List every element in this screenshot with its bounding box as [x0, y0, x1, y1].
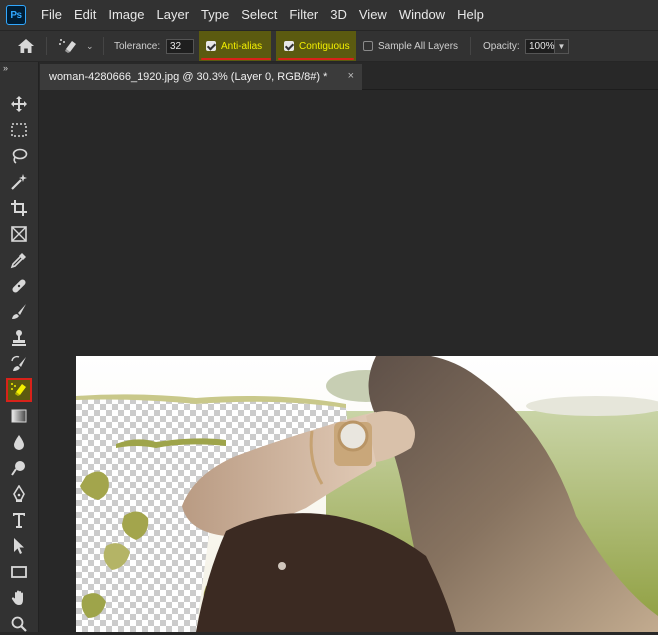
- rectangle-tool[interactable]: [7, 561, 31, 583]
- background-eraser-icon: [59, 39, 76, 53]
- background-eraser-icon: [11, 383, 26, 396]
- document-tab-title: woman-4280666_1920.jpg @ 30.3% (Layer 0,…: [49, 71, 328, 83]
- tolerance-label: Tolerance:: [114, 40, 161, 52]
- clone-stamp-icon: [12, 330, 26, 346]
- zoom-icon: [11, 616, 27, 632]
- tool-preset-picker[interactable]: ⌄: [58, 31, 94, 61]
- crop-tool[interactable]: [7, 197, 31, 219]
- frame-icon: [11, 226, 27, 242]
- hand-tool[interactable]: [7, 587, 31, 609]
- eyedropper-icon: [10, 253, 26, 269]
- document-canvas[interactable]: [76, 356, 658, 632]
- path-selection-tool[interactable]: [7, 535, 31, 557]
- menu-filter[interactable]: Filter: [283, 0, 324, 30]
- menu-view[interactable]: View: [353, 0, 393, 30]
- eyedropper-tool[interactable]: [7, 249, 31, 271]
- menu-3d[interactable]: 3D: [324, 0, 353, 30]
- options-bar: ⌄ Tolerance: 32 Anti-alias Contiguous Sa…: [0, 30, 658, 62]
- menu-layer[interactable]: Layer: [151, 0, 196, 30]
- photo-image: [76, 356, 658, 632]
- clone-stamp-tool[interactable]: [7, 327, 31, 349]
- background-eraser-tool[interactable]: [6, 378, 32, 402]
- chevron-down-icon: ▼: [557, 41, 566, 51]
- anti-alias-checkbox[interactable]: Anti-alias: [199, 31, 271, 61]
- pen-tool[interactable]: [7, 483, 31, 505]
- type-icon: [13, 513, 25, 528]
- tools-panel: »: [0, 62, 39, 632]
- gradient-tool[interactable]: [7, 405, 31, 427]
- opacity-dropdown-button[interactable]: ▼: [555, 38, 569, 54]
- contiguous-checkbox[interactable]: Contiguous: [276, 31, 356, 61]
- menu-help[interactable]: Help: [451, 0, 490, 30]
- healing-brush-icon: [12, 279, 26, 293]
- magic-wand-icon: [11, 174, 27, 190]
- lasso-icon: [12, 148, 28, 164]
- collapse-panel-icon[interactable]: »: [3, 63, 8, 73]
- menu-window[interactable]: Window: [393, 0, 451, 30]
- frame-tool[interactable]: [7, 223, 31, 245]
- lasso-tool[interactable]: [7, 145, 31, 167]
- marquee-icon: [11, 123, 27, 137]
- pen-icon: [13, 485, 25, 502]
- history-brush-tool[interactable]: [7, 353, 31, 375]
- healing-brush-tool[interactable]: [7, 275, 31, 297]
- gradient-icon: [11, 409, 27, 423]
- blur-tool[interactable]: [7, 431, 31, 453]
- document-tab[interactable]: woman-4280666_1920.jpg @ 30.3% (Layer 0,…: [40, 64, 362, 90]
- sample-all-layers-check-icon: [363, 41, 373, 51]
- move-tool[interactable]: [7, 93, 31, 115]
- anti-alias-check-icon: [206, 41, 216, 51]
- tolerance-input[interactable]: 32: [166, 38, 194, 54]
- move-icon: [11, 96, 27, 112]
- contiguous-label: Contiguous: [299, 40, 350, 52]
- path-selection-icon: [14, 538, 24, 554]
- photoshop-logo[interactable]: Ps: [6, 5, 26, 25]
- rectangle-icon: [11, 566, 27, 578]
- menu-file[interactable]: File: [35, 0, 68, 30]
- document-tab-bar: woman-4280666_1920.jpg @ 30.3% (Layer 0,…: [40, 62, 658, 90]
- crop-icon: [11, 200, 27, 216]
- marquee-tool[interactable]: [7, 119, 31, 141]
- contiguous-check-icon: [284, 41, 294, 51]
- menu-select[interactable]: Select: [235, 0, 283, 30]
- type-tool[interactable]: [7, 509, 31, 531]
- anti-alias-label: Anti-alias: [221, 40, 263, 52]
- close-icon[interactable]: ×: [348, 70, 354, 82]
- sample-all-layers-label: Sample All Layers: [378, 40, 459, 52]
- home-icon: [18, 39, 34, 53]
- blur-icon: [14, 435, 24, 450]
- opacity-input[interactable]: 100%: [525, 38, 555, 54]
- sample-all-layers-checkbox[interactable]: Sample All Layers: [363, 31, 458, 61]
- menu-image[interactable]: Image: [102, 0, 150, 30]
- dodge-tool[interactable]: [7, 457, 31, 479]
- magic-wand-tool[interactable]: [7, 171, 31, 193]
- dodge-icon: [11, 461, 25, 476]
- chevron-down-icon: ⌄: [86, 40, 94, 51]
- home-button[interactable]: [17, 31, 35, 61]
- brush-icon: [12, 304, 26, 319]
- history-brush-icon: [11, 355, 26, 371]
- menu-edit[interactable]: Edit: [68, 0, 102, 30]
- brush-tool[interactable]: [7, 301, 31, 323]
- opacity-label: Opacity:: [483, 40, 520, 52]
- menu-bar: Ps File Edit Image Layer Type Select Fil…: [0, 0, 658, 30]
- hand-icon: [11, 590, 23, 605]
- menu-type[interactable]: Type: [195, 0, 235, 30]
